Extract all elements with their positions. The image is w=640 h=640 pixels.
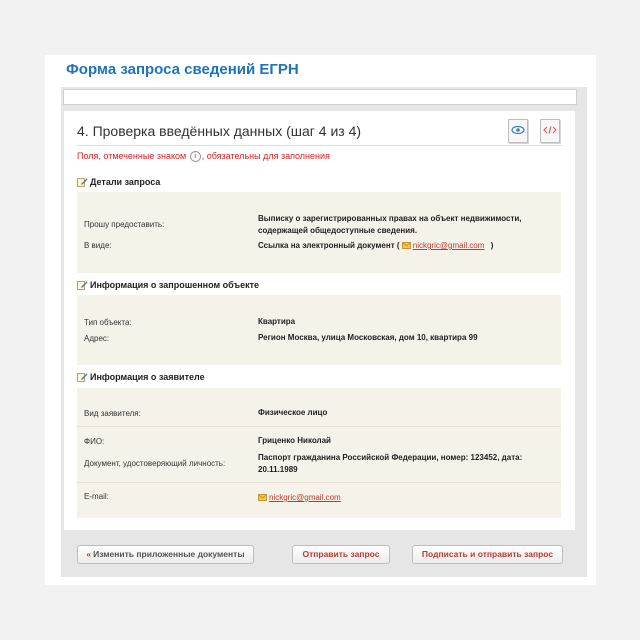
sign-and-send-button[interactable]: Подписать и отправить запрос: [412, 545, 563, 564]
page-title: Форма запроса сведений ЕГРН: [66, 61, 299, 78]
envelope-icon: [258, 493, 267, 505]
object-type-value: Квартира: [258, 317, 296, 326]
send-request-button[interactable]: Отправить запрос: [292, 545, 390, 564]
xml-code-icon[interactable]: [540, 119, 560, 143]
applicant-type-value: Физическое лицо: [258, 408, 328, 417]
email-link[interactable]: nickgric@gmail.com: [269, 493, 341, 502]
id-doc-label: Документ, удостоверяющий личность:: [84, 459, 226, 468]
top-bar: [63, 89, 577, 105]
section-object-title: Информация о запрошенном объекте: [77, 280, 259, 292]
email-label: E-mail:: [84, 492, 109, 501]
format-label: В виде:: [84, 241, 112, 250]
fio-label: ФИО:: [84, 437, 105, 446]
fio-value: Гриценко Николай: [258, 436, 331, 445]
email-link[interactable]: nickgric@gmail.com: [413, 241, 485, 250]
object-type-label: Тип объекта:: [84, 318, 132, 327]
required-note: Поля, отмеченные знаком i, обязательны д…: [77, 151, 330, 163]
section-edit-icon: [77, 177, 88, 189]
chevron-left-icon: «: [86, 549, 92, 559]
required-mark-icon: i: [189, 151, 201, 163]
address-value: Регион Москва, улица Московская, дом 10,…: [258, 333, 478, 342]
id-doc-value: Паспорт гражданина Российской Федерации,…: [258, 453, 523, 474]
section-edit-icon: [77, 280, 88, 292]
envelope-icon: [401, 241, 411, 253]
applicant-type-label: Вид заявителя:: [84, 409, 141, 418]
section-applicant-title: Информация о заявителе: [77, 372, 205, 384]
title-divider: [77, 145, 562, 146]
row-divider: [77, 482, 561, 483]
step-title: 4. Проверка введённых данных (шаг 4 из 4…: [77, 123, 362, 139]
edit-documents-button[interactable]: «Изменить приложенные документы: [77, 545, 254, 564]
email-value: nickgric@gmail.com: [258, 492, 341, 505]
request-label: Прошу предоставить:: [84, 220, 165, 229]
request-value: Выписку о зарегистрированных правах на о…: [258, 214, 522, 235]
format-value: Ссылка на электронный документ ( nickgri…: [258, 240, 493, 253]
section-object-box: [77, 295, 561, 365]
row-divider: [77, 426, 561, 427]
preview-icon[interactable]: [508, 119, 528, 143]
section-request-title: Детали запроса: [77, 177, 160, 189]
section-edit-icon: [77, 372, 88, 384]
address-label: Адрес:: [84, 334, 110, 343]
